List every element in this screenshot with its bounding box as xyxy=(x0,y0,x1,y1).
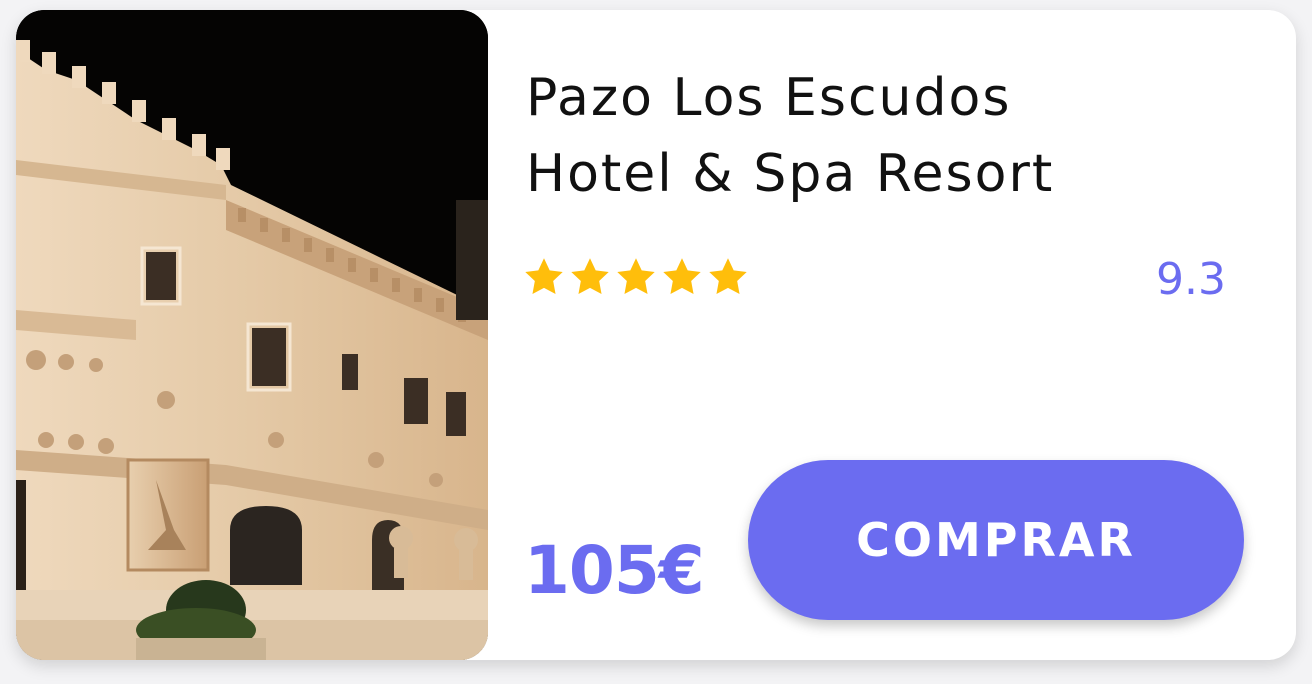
hotel-photo xyxy=(16,10,488,660)
hotel-name: Pazo Los Escudos Hotel & Spa Resort xyxy=(526,60,1266,212)
star-icon xyxy=(617,258,655,295)
star-icon xyxy=(525,258,563,295)
buy-button[interactable]: COMPRAR xyxy=(748,460,1244,620)
hotel-card[interactable]: Pazo Los Escudos Hotel & Spa Resort 9.3 … xyxy=(16,10,1296,660)
rating-score: 9.3 xyxy=(1156,254,1226,305)
hotel-name-line1: Pazo Los Escudos xyxy=(526,68,1012,128)
star-rating xyxy=(522,255,750,301)
star-icon xyxy=(709,258,747,295)
star-icon xyxy=(571,258,609,295)
hotel-name-line2: Hotel & Spa Resort xyxy=(526,144,1055,204)
price: 105€ xyxy=(524,532,705,609)
star-icon xyxy=(663,258,701,295)
